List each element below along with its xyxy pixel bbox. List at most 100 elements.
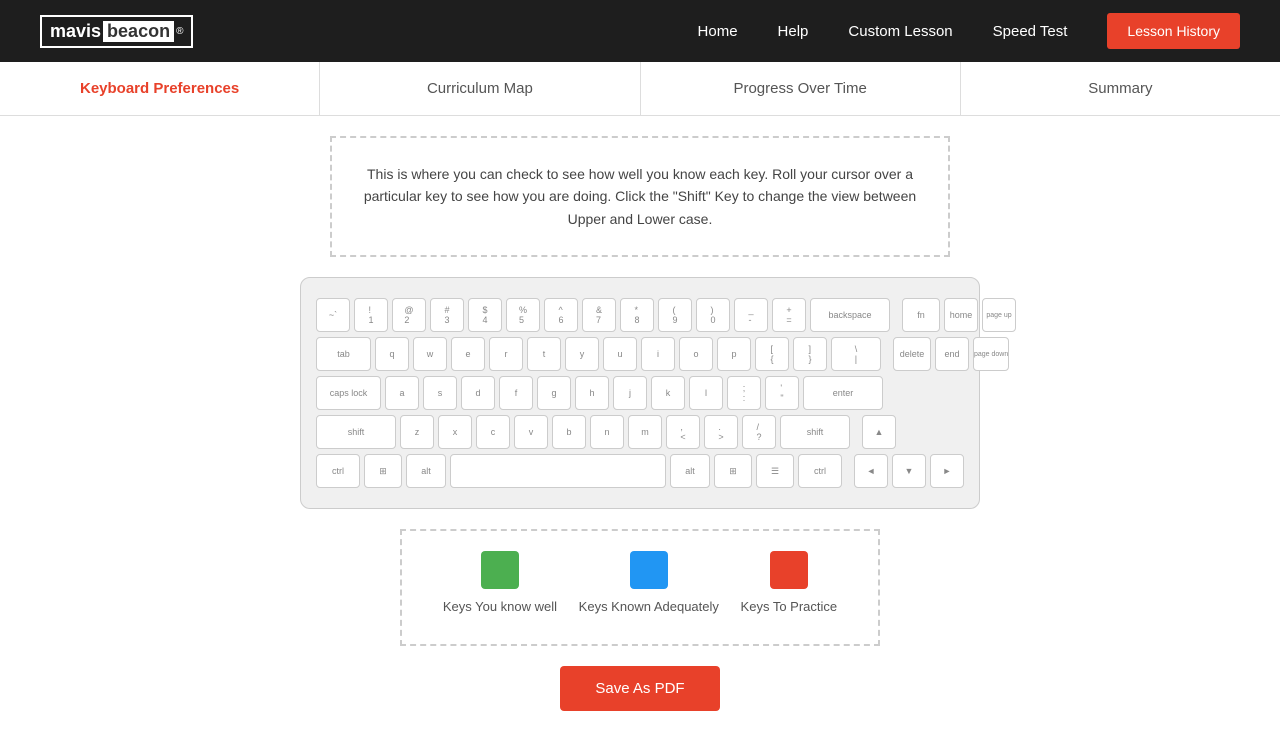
logo-beacon: beacon: [103, 21, 174, 42]
nav-custom-lesson[interactable]: Custom Lesson: [848, 23, 952, 40]
lesson-history-button[interactable]: Lesson History: [1107, 13, 1240, 49]
key-4[interactable]: $4: [468, 298, 502, 332]
key-pgup[interactable]: page up: [982, 298, 1016, 332]
key-quote[interactable]: '": [765, 376, 799, 410]
key-g[interactable]: g: [537, 376, 571, 410]
key-tilde[interactable]: ~`: [316, 298, 350, 332]
key-c[interactable]: c: [476, 415, 510, 449]
key-arrow-up[interactable]: ▲: [862, 415, 896, 449]
key-p[interactable]: p: [717, 337, 751, 371]
keyboard: ~` !1 @2 #3 $4 %5 ^6 &7 *8 (9 )0 _- += b…: [316, 298, 964, 488]
main-content: Keyboard Preferences Curriculum Map Prog…: [0, 62, 1280, 741]
key-caps-lock[interactable]: caps lock: [316, 376, 381, 410]
nav-home[interactable]: Home: [698, 23, 738, 40]
key-j[interactable]: j: [613, 376, 647, 410]
key-t[interactable]: t: [527, 337, 561, 371]
key-5[interactable]: %5: [506, 298, 540, 332]
key-rbracket[interactable]: ]}: [793, 337, 827, 371]
key-ctrl-left[interactable]: ctrl: [316, 454, 360, 488]
key-w[interactable]: w: [413, 337, 447, 371]
key-9[interactable]: (9: [658, 298, 692, 332]
legend-item-know-well: Keys You know well: [443, 551, 557, 614]
key-minus[interactable]: _-: [734, 298, 768, 332]
key-n[interactable]: n: [590, 415, 624, 449]
key-6[interactable]: ^6: [544, 298, 578, 332]
key-a[interactable]: a: [385, 376, 419, 410]
main-nav: Home Help Custom Lesson Speed Test Lesso…: [698, 13, 1240, 49]
key-k[interactable]: k: [651, 376, 685, 410]
key-y[interactable]: y: [565, 337, 599, 371]
key-arrow-right[interactable]: ►: [930, 454, 964, 488]
key-row-5: ctrl ⊞ alt alt ⊞ ☰ ctrl ◄ ▼ ►: [316, 454, 964, 488]
logo-mavis: mavis: [50, 21, 101, 42]
tab-keyboard-preferences[interactable]: Keyboard Preferences: [0, 62, 320, 115]
key-1[interactable]: !1: [354, 298, 388, 332]
key-win-left[interactable]: ⊞: [364, 454, 402, 488]
key-s[interactable]: s: [423, 376, 457, 410]
key-delete[interactable]: delete: [893, 337, 931, 371]
key-row-2: tab q w e r t y u i o p [{ ]} \| delete …: [316, 337, 964, 371]
key-menu[interactable]: ☰: [756, 454, 794, 488]
nav-help[interactable]: Help: [778, 23, 809, 40]
key-arrow-down[interactable]: ▼: [892, 454, 926, 488]
key-f[interactable]: f: [499, 376, 533, 410]
tab-progress-over-time[interactable]: Progress Over Time: [641, 62, 961, 115]
tab-summary[interactable]: Summary: [961, 62, 1280, 115]
key-alt-right[interactable]: alt: [670, 454, 710, 488]
legend-label-practice: Keys To Practice: [741, 599, 838, 614]
key-v[interactable]: v: [514, 415, 548, 449]
key-shift-left[interactable]: shift: [316, 415, 396, 449]
key-comma[interactable]: ,<: [666, 415, 700, 449]
legend-box: Keys You know well Keys Known Adequately…: [400, 529, 880, 646]
key-equals[interactable]: +=: [772, 298, 806, 332]
key-period[interactable]: .>: [704, 415, 738, 449]
key-d[interactable]: d: [461, 376, 495, 410]
key-pgdn[interactable]: page down: [973, 337, 1009, 371]
key-alt-left[interactable]: alt: [406, 454, 446, 488]
key-backspace[interactable]: backspace: [810, 298, 890, 332]
key-2[interactable]: @2: [392, 298, 426, 332]
key-e[interactable]: e: [451, 337, 485, 371]
tab-curriculum-map[interactable]: Curriculum Map: [320, 62, 640, 115]
key-row-3: caps lock a s d f g h j k l ;: '" enter: [316, 376, 964, 410]
key-fn[interactable]: fn: [902, 298, 940, 332]
key-lbracket[interactable]: [{: [755, 337, 789, 371]
key-win-right[interactable]: ⊞: [714, 454, 752, 488]
key-space[interactable]: [450, 454, 666, 488]
save-btn-container: Save As PDF: [0, 666, 1280, 711]
key-semicolon[interactable]: ;:: [727, 376, 761, 410]
key-shift-right[interactable]: shift: [780, 415, 850, 449]
key-z[interactable]: z: [400, 415, 434, 449]
key-x[interactable]: x: [438, 415, 472, 449]
key-l[interactable]: l: [689, 376, 723, 410]
info-text: This is where you can check to see how w…: [362, 163, 918, 230]
key-home[interactable]: home: [944, 298, 978, 332]
key-i[interactable]: i: [641, 337, 675, 371]
key-arrow-left[interactable]: ◄: [854, 454, 888, 488]
legend-label-know-well: Keys You know well: [443, 599, 557, 614]
key-backslash[interactable]: \|: [831, 337, 881, 371]
key-u[interactable]: u: [603, 337, 637, 371]
key-q[interactable]: q: [375, 337, 409, 371]
key-o[interactable]: o: [679, 337, 713, 371]
key-row-1: ~` !1 @2 #3 $4 %5 ^6 &7 *8 (9 )0 _- += b…: [316, 298, 964, 332]
key-end[interactable]: end: [935, 337, 969, 371]
key-7[interactable]: &7: [582, 298, 616, 332]
save-as-pdf-button[interactable]: Save As PDF: [560, 666, 719, 711]
nav-speed-test[interactable]: Speed Test: [993, 23, 1068, 40]
logo-trademark: ®: [176, 26, 183, 37]
key-b[interactable]: b: [552, 415, 586, 449]
key-slash[interactable]: /?: [742, 415, 776, 449]
key-ctrl-right[interactable]: ctrl: [798, 454, 842, 488]
key-m[interactable]: m: [628, 415, 662, 449]
legend-swatch-green: [481, 551, 519, 589]
key-r[interactable]: r: [489, 337, 523, 371]
key-8[interactable]: *8: [620, 298, 654, 332]
key-enter[interactable]: enter: [803, 376, 883, 410]
key-3[interactable]: #3: [430, 298, 464, 332]
logo: mavis beacon ®: [40, 15, 193, 48]
key-h[interactable]: h: [575, 376, 609, 410]
legend-swatch-red: [770, 551, 808, 589]
key-tab[interactable]: tab: [316, 337, 371, 371]
key-0[interactable]: )0: [696, 298, 730, 332]
